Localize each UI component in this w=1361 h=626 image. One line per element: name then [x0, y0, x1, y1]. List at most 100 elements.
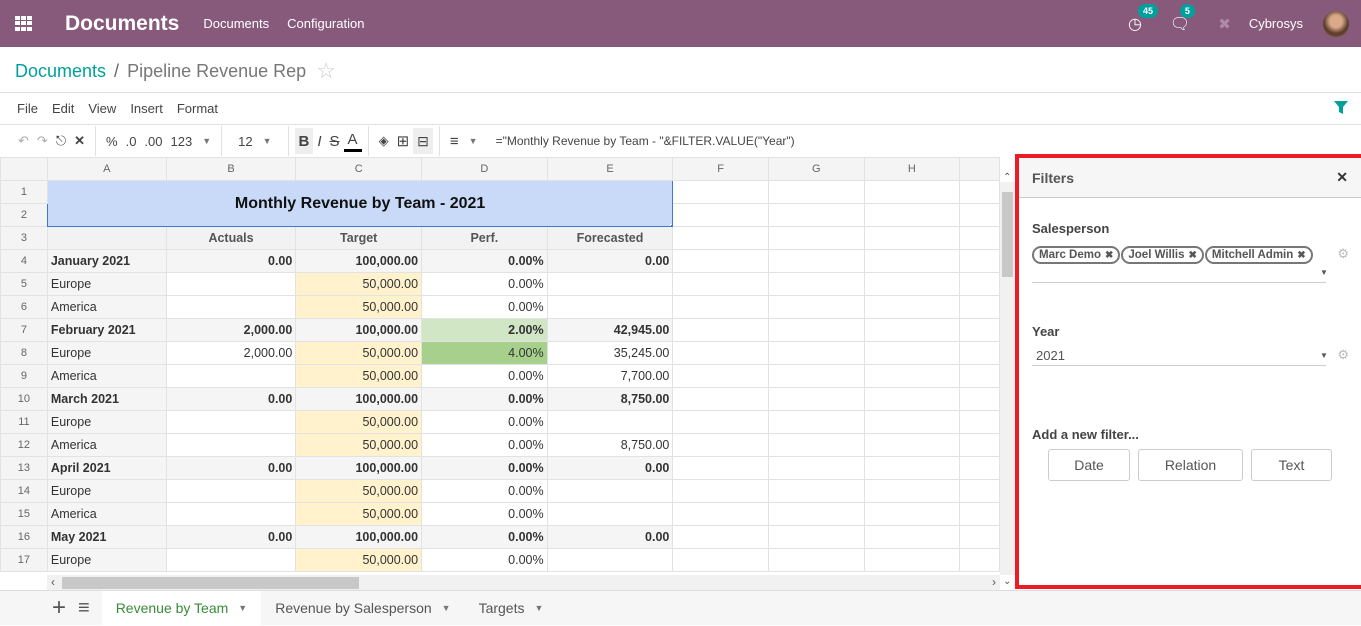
cell[interactable] [767, 341, 865, 365]
row-header[interactable]: 8 [0, 341, 48, 365]
row-header[interactable]: 10 [0, 387, 48, 411]
cell[interactable] [863, 364, 961, 388]
selection-handle[interactable] [670, 224, 672, 226]
year-select[interactable]: 2021 [1036, 348, 1065, 363]
vertical-scroll-thumb[interactable] [1002, 192, 1013, 277]
cell[interactable] [672, 387, 769, 411]
perf-cell[interactable]: 4.00% [421, 341, 548, 365]
cell[interactable] [959, 341, 1000, 365]
scroll-left-icon[interactable]: ‹ [51, 575, 55, 589]
actuals-cell[interactable] [165, 548, 297, 572]
perf-cell[interactable]: 0.00% [421, 456, 548, 480]
remove-tag-icon[interactable]: ✖ [1297, 250, 1305, 261]
target-cell[interactable]: 50,000.00 [295, 364, 423, 388]
caret-down-icon[interactable]: ▼ [442, 603, 451, 613]
spreadsheet-grid[interactable]: A B C D E F G H 1 Monthly Revenue by Tea… [0, 157, 1000, 575]
label-cell[interactable]: January 2021 [46, 249, 167, 273]
cell[interactable] [672, 249, 769, 273]
merge-cells-icon[interactable]: ⊟ [413, 128, 433, 154]
menu-edit[interactable]: Edit [52, 101, 74, 116]
perf-cell[interactable]: 0.00% [421, 387, 548, 411]
strikethrough-button[interactable]: S [326, 128, 344, 154]
cell[interactable] [863, 318, 961, 342]
forecasted-cell[interactable]: 8,750.00 [546, 433, 674, 457]
cell[interactable] [959, 433, 1000, 457]
cell[interactable] [863, 295, 961, 319]
cell[interactable] [672, 502, 769, 526]
column-header-g[interactable]: G [767, 157, 865, 181]
horizontal-scrollbar[interactable]: ‹ › [47, 575, 1000, 590]
cell[interactable] [959, 548, 1000, 572]
app-brand[interactable]: Documents [65, 12, 179, 36]
target-cell[interactable]: 50,000.00 [295, 341, 423, 365]
perf-cell[interactable]: 0.00% [421, 433, 548, 457]
cell[interactable] [959, 410, 1000, 434]
forecasted-cell[interactable] [546, 479, 674, 503]
paint-format-icon[interactable]: ⎋ [52, 128, 70, 154]
sheet-tab-revenue-by-salesperson[interactable]: Revenue by Salesperson ▼ [261, 591, 464, 626]
cell[interactable] [959, 272, 1000, 296]
label-cell[interactable]: March 2021 [46, 387, 167, 411]
cell[interactable] [959, 226, 1000, 250]
activity-button[interactable]: ◷ 45 [1128, 3, 1158, 34]
column-header-e[interactable]: E [546, 157, 674, 181]
column-header-a[interactable]: A [46, 157, 167, 181]
target-cell[interactable]: 50,000.00 [295, 502, 423, 526]
add-sheet-icon[interactable]: + [52, 594, 66, 622]
year-settings-gear-icon[interactable]: ⚙ [1337, 347, 1349, 363]
forecasted-cell[interactable] [546, 410, 674, 434]
actuals-cell[interactable] [165, 364, 297, 388]
borders-icon[interactable]: ⊞ [393, 128, 414, 154]
fill-color-icon[interactable]: ◈ [375, 128, 393, 154]
apps-menu-icon[interactable] [15, 16, 33, 31]
list-sheets-icon[interactable]: ≡ [78, 597, 90, 620]
row-header[interactable]: 3 [0, 226, 48, 250]
row-header[interactable]: 14 [0, 479, 48, 503]
debug-tools-icon[interactable]: ✖ [1218, 15, 1231, 33]
cell[interactable] [672, 180, 769, 204]
filter-icon[interactable] [1333, 100, 1349, 116]
perf-cell[interactable]: 0.00% [421, 525, 548, 549]
target-cell[interactable]: 50,000.00 [295, 272, 423, 296]
label-cell[interactable]: Europe [46, 479, 167, 503]
text-color-button[interactable]: A [343, 130, 362, 152]
remove-tag-icon[interactable]: ✖ [1105, 250, 1113, 261]
messages-button[interactable]: 🗨 5 [1170, 3, 1195, 34]
bold-button[interactable]: B [294, 128, 314, 154]
clear-format-icon[interactable]: ✕ [70, 128, 89, 154]
perf-cell[interactable]: 0.00% [421, 364, 548, 388]
cell[interactable] [863, 456, 961, 480]
cell[interactable] [767, 410, 865, 434]
cell[interactable] [767, 548, 865, 572]
forecasted-cell[interactable]: 0.00 [546, 456, 674, 480]
cell[interactable] [767, 272, 865, 296]
vertical-scrollbar[interactable]: ⌃ ⌄ [1000, 172, 1015, 587]
cell[interactable] [863, 479, 961, 503]
label-cell[interactable]: April 2021 [46, 456, 167, 480]
row-header[interactable]: 7 [0, 318, 48, 342]
sheet-tab-targets[interactable]: Targets ▼ [465, 591, 558, 626]
formula-bar[interactable]: ="Monthly Revenue by Team - "&FILTER.VAL… [496, 134, 795, 148]
actuals-cell[interactable] [165, 295, 297, 319]
scroll-down-icon[interactable]: ⌄ [1003, 576, 1011, 587]
row-header[interactable]: 16 [0, 525, 48, 549]
perf-cell[interactable]: 0.00% [421, 249, 548, 273]
perf-cell[interactable]: 0.00% [421, 295, 548, 319]
horizontal-scroll-thumb[interactable] [62, 577, 359, 589]
cell[interactable] [959, 456, 1000, 480]
forecasted-cell[interactable]: 42,945.00 [546, 318, 674, 342]
label-cell[interactable]: May 2021 [46, 525, 167, 549]
cell[interactable] [863, 548, 961, 572]
cell[interactable] [672, 272, 769, 296]
row-header[interactable]: 12 [0, 433, 48, 457]
perf-cell[interactable]: 0.00% [421, 272, 548, 296]
cell[interactable] [959, 387, 1000, 411]
cell[interactable] [672, 548, 769, 572]
header-cell-target[interactable]: Target [295, 226, 423, 250]
target-cell[interactable]: 100,000.00 [295, 249, 423, 273]
caret-down-icon[interactable]: ▼ [534, 603, 543, 613]
header-cell-actuals[interactable]: Actuals [165, 226, 297, 250]
cell[interactable] [863, 433, 961, 457]
header-cell[interactable] [46, 226, 167, 250]
cell[interactable] [959, 479, 1000, 503]
